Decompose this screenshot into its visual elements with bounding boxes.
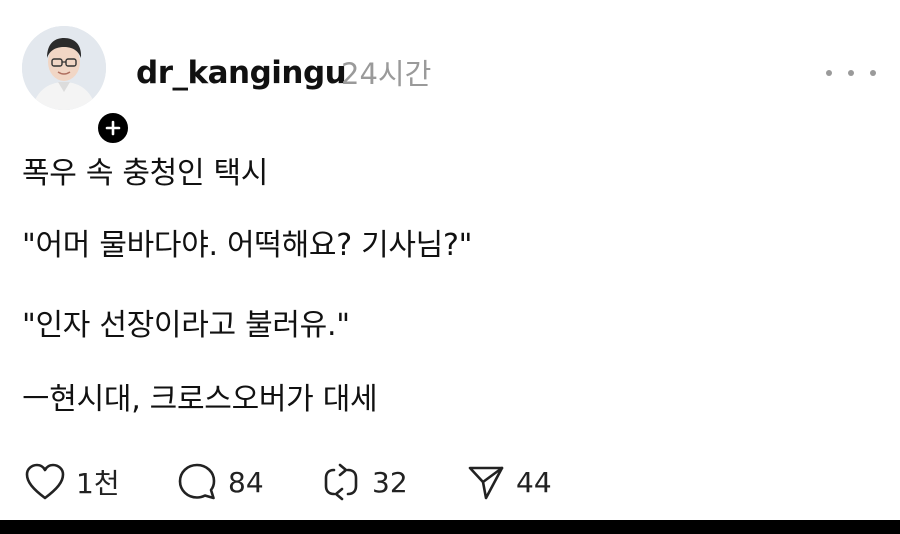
post-header: dr_kangingu 24시간: [0, 0, 900, 146]
plus-icon: [105, 120, 121, 136]
post-text-line: "어머 물바다야. 어떡해요? 기사님?": [22, 228, 473, 263]
avatar-container[interactable]: [22, 26, 131, 146]
more-options-button[interactable]: [826, 58, 876, 88]
post-text-line: 폭우 속 충청인 택시: [22, 156, 269, 191]
comment-count: 84: [228, 465, 264, 499]
post-actions: 1천 84 32 44: [0, 452, 900, 512]
repost-count: 32: [372, 465, 408, 499]
post-timestamp: 24시간: [341, 57, 432, 91]
like-button[interactable]: 1천: [24, 452, 120, 512]
comment-button[interactable]: 84: [176, 452, 264, 512]
send-icon: [468, 466, 504, 500]
more-horizontal-icon: [826, 70, 832, 76]
repost-icon: [324, 463, 358, 501]
more-horizontal-icon: [870, 70, 876, 76]
username-link[interactable]: dr_kangingu: [136, 54, 347, 92]
post-text-line: "인자 선장이라고 불러유.": [22, 308, 350, 343]
avatar[interactable]: [22, 26, 106, 110]
share-button[interactable]: 44: [466, 452, 552, 512]
bottom-edge-bar: [0, 520, 900, 534]
heart-icon: [25, 463, 65, 500]
follow-button[interactable]: [95, 110, 131, 146]
more-horizontal-icon: [848, 70, 854, 76]
like-count: 1천: [76, 467, 120, 500]
share-count: 44: [516, 465, 552, 499]
post-text-line: ㅡ현시대, 크로스오버가 대세: [22, 382, 378, 417]
comment-bubble-icon: [178, 463, 216, 500]
avatar-image: [22, 26, 106, 110]
repost-button[interactable]: 32: [320, 452, 408, 512]
